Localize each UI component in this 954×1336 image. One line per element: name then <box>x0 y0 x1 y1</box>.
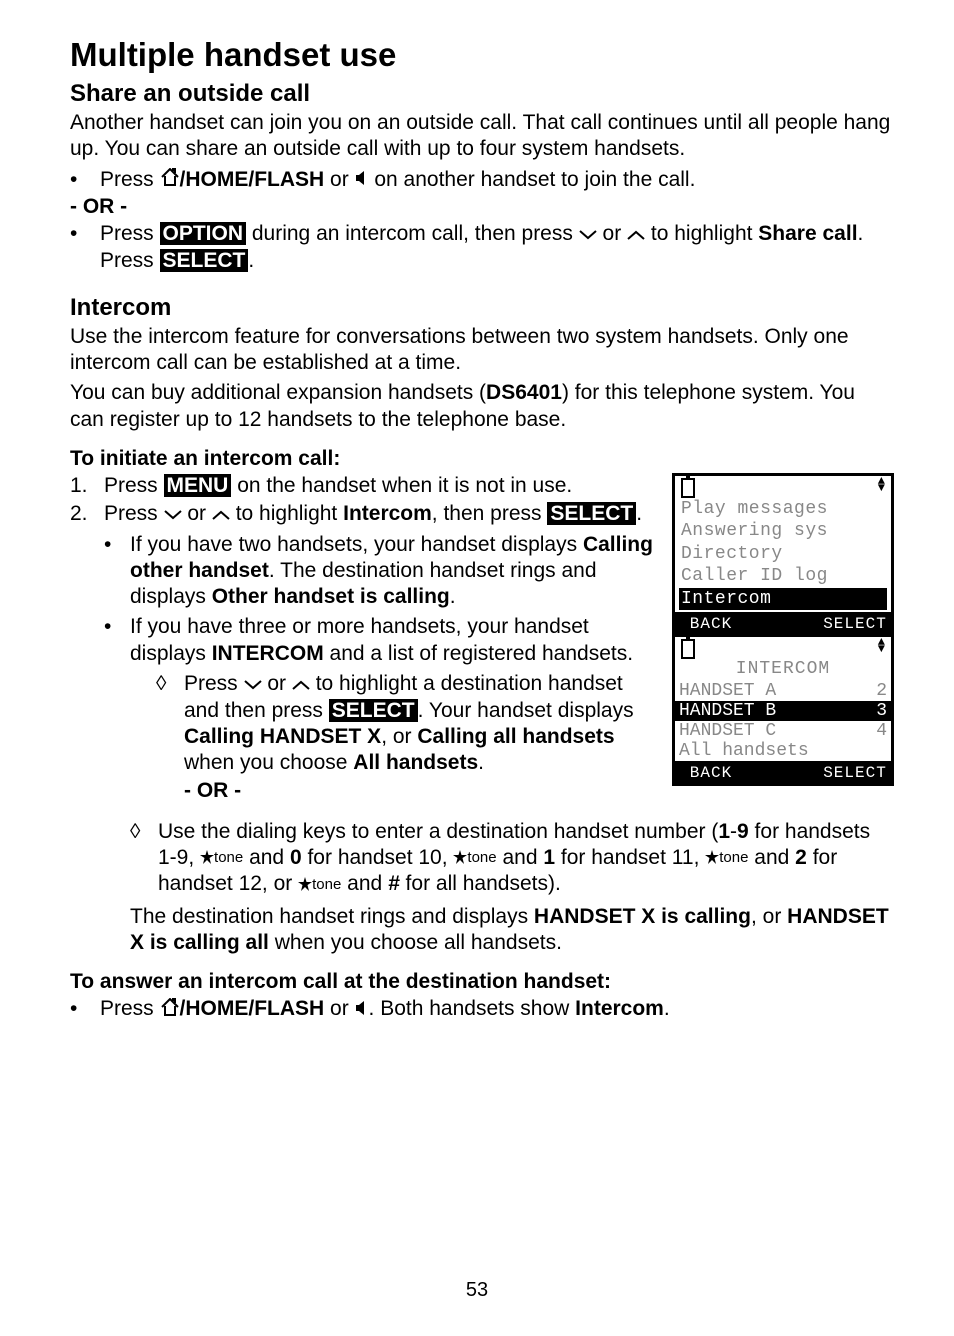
scroll-indicator-icon: ▲▼ <box>878 639 885 659</box>
scroll-indicator-icon: ▲▼ <box>878 478 885 498</box>
softkey-select: SELECT <box>819 614 891 634</box>
battery-icon <box>681 639 695 659</box>
lcd-row: HANDSET C4 <box>675 721 891 741</box>
step-2: 2. Press or to highlight Intercom, then … <box>70 501 660 804</box>
lcd-title: INTERCOM <box>675 659 891 681</box>
option-key: OPTION <box>160 222 247 245</box>
lcd-row: All handsets <box>675 741 891 761</box>
menu-key: MENU <box>164 474 232 497</box>
diamond-1: ◊ Press or to highlight a destination ha… <box>156 671 660 805</box>
intercom-para1: Use the intercom feature for conversatio… <box>70 324 894 377</box>
select-key: SELECT <box>547 502 636 525</box>
home-icon <box>160 167 180 193</box>
share-or: - OR - <box>70 195 894 219</box>
step-1: 1. Press MENU on the handset when it is … <box>70 473 660 499</box>
lcd-intercom: ▲▼ INTERCOM HANDSET A2 HANDSET B3 HANDSE… <box>672 637 894 786</box>
down-arrow-icon <box>244 671 262 697</box>
intercom-para2: You can buy additional expansion handset… <box>70 380 894 433</box>
softkey-select: SELECT <box>819 763 891 783</box>
share-bullet-1: • Press /HOME/FLASH or on another handse… <box>70 167 894 194</box>
lcd-row-highlighted: HANDSET B3 <box>675 701 891 721</box>
answer-subheader: To answer an intercom call at the destin… <box>70 970 894 994</box>
down-arrow-icon <box>164 501 182 527</box>
page-title: Multiple handset use <box>70 36 894 74</box>
share-bullet-2: • Press OPTION during an intercom call, … <box>70 221 894 274</box>
softkey-back: BACK <box>675 614 747 634</box>
answer-bullet: • Press /HOME/FLASH or . Both handsets s… <box>70 996 894 1023</box>
step2-sub2: • If you have three or more handsets, yo… <box>104 614 660 804</box>
section-intercom-header: Intercom <box>70 294 894 322</box>
destination-text: The destination handset rings and displa… <box>130 904 894 957</box>
initiate-subheader: To initiate an intercom call: <box>70 447 894 471</box>
lcd-line: Play messages <box>681 498 885 521</box>
diamond-or: - OR - <box>184 778 660 804</box>
star-tone-icon: tone <box>705 845 748 871</box>
star-tone-icon: tone <box>200 845 243 871</box>
up-arrow-icon <box>212 501 230 527</box>
lcd-menu: ▲▼ Play messages Answering sys Directory… <box>672 473 894 638</box>
lcd-row: HANDSET A2 <box>675 681 891 701</box>
lcd-line-highlighted: Intercom <box>679 588 887 611</box>
lcd-line: Directory <box>681 543 885 566</box>
home-icon <box>160 997 180 1023</box>
select-key: SELECT <box>160 249 249 272</box>
step2-sub1: • If you have two handsets, your handset… <box>104 532 660 611</box>
down-arrow-icon <box>579 221 597 247</box>
star-tone-icon: tone <box>453 845 496 871</box>
page-number: 53 <box>0 1279 954 1302</box>
speaker-icon <box>355 997 369 1023</box>
select-key: SELECT <box>329 699 418 722</box>
star-tone-icon: tone <box>298 872 341 898</box>
up-arrow-icon <box>292 671 310 697</box>
section-share-para: Another handset can join you on an outsi… <box>70 110 894 163</box>
section-share-header: Share an outside call <box>70 80 894 108</box>
diamond-2: ◊ Use the dialing keys to enter a destin… <box>130 819 894 898</box>
lcd-line: Caller ID log <box>681 565 885 588</box>
battery-icon <box>681 478 695 498</box>
lcd-line: Answering sys <box>681 520 885 543</box>
up-arrow-icon <box>627 221 645 247</box>
speaker-icon <box>355 167 369 193</box>
softkey-back: BACK <box>675 763 747 783</box>
